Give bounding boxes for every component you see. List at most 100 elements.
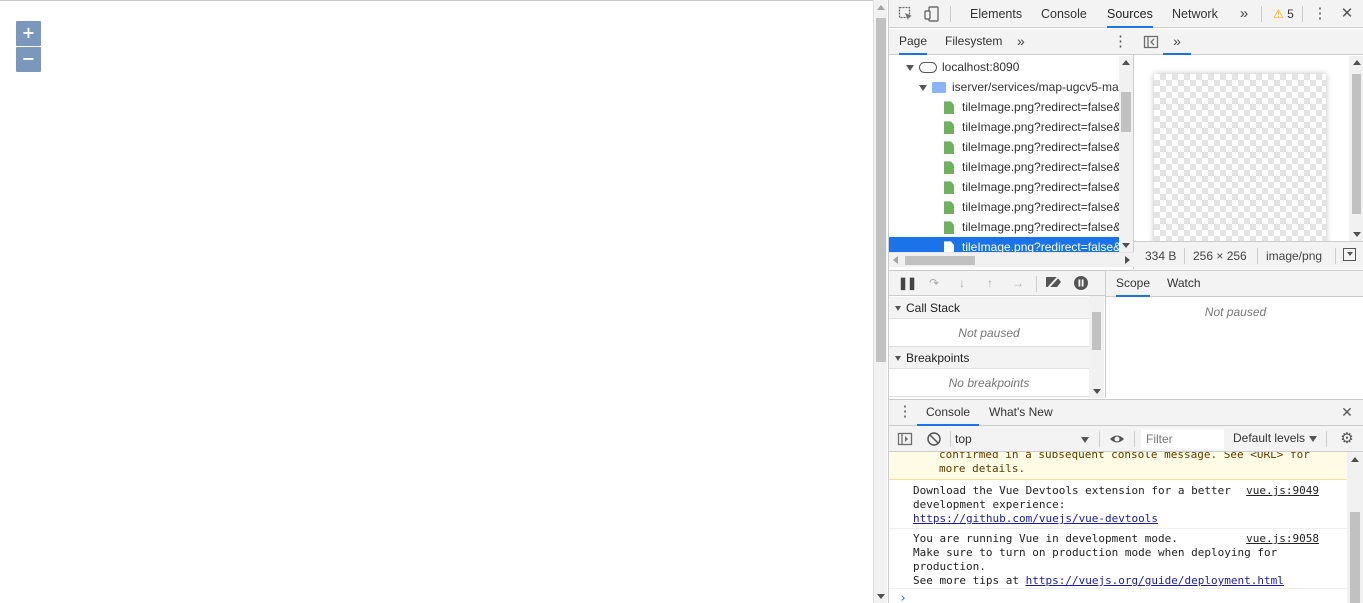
page-scrollbar[interactable] [873, 0, 887, 603]
step-out-icon[interactable]: ↑ [982, 275, 998, 291]
tree-item-file[interactable]: tileImage.png?redirect=false& [889, 97, 1119, 117]
image-size: 334 B [1145, 249, 1177, 263]
breakpoints-empty: No breakpoints [889, 369, 1089, 397]
devtools-main-toolbar: Elements Console Sources Network » ⚠ 5 ⋮… [889, 0, 1363, 28]
info-divider [1184, 248, 1185, 264]
map-canvas[interactable]: + − [0, 0, 873, 603]
more-tabs-chevron-icon[interactable]: » [1236, 6, 1252, 22]
more-editor-tabs-icon[interactable]: » [1163, 29, 1191, 55]
tab-elements[interactable]: Elements [970, 0, 1022, 28]
step-into-icon[interactable]: ↓ [954, 275, 970, 291]
scroll-down-arrow-icon[interactable] [1122, 243, 1130, 248]
console-output[interactable]: confirmed in a subsequent console messag… [889, 452, 1363, 603]
page-scroll-thumb[interactable] [876, 18, 886, 362]
scroll-right-arrow-icon[interactable] [1125, 256, 1130, 264]
zoom-out-button[interactable]: − [16, 47, 41, 72]
debugger-scroll-thumb[interactable] [1092, 312, 1101, 350]
tab-filesystem[interactable]: Filesystem [945, 29, 1002, 55]
image-preview [1134, 56, 1363, 244]
step-over-icon[interactable]: ↷ [926, 275, 942, 291]
tree-item-file[interactable]: tileImage.png?redirect=false& [889, 157, 1119, 177]
scope-empty: Not paused [1204, 305, 1267, 319]
clear-console-icon[interactable] [926, 431, 942, 447]
tree-horizontal-scrollbar[interactable] [889, 252, 1134, 267]
tab-network[interactable]: Network [1172, 0, 1218, 28]
inspect-element-icon[interactable] [898, 6, 914, 22]
toolbar-divider [1036, 276, 1037, 292]
preview-scroll-thumb[interactable] [1352, 74, 1361, 214]
scroll-down-arrow-icon[interactable] [1092, 389, 1101, 394]
more-navigator-tabs-icon[interactable]: » [1017, 29, 1025, 55]
tree-item-file[interactable]: tileImage.png?redirect=false& [889, 137, 1119, 157]
collapse-triangle-icon[interactable] [895, 356, 901, 362]
tab-whats-new[interactable]: What's New [989, 400, 1053, 426]
tree-item-host[interactable]: localhost:8090 [889, 57, 1119, 77]
context-selector[interactable]: top [955, 429, 1091, 449]
live-expression-eye-icon[interactable] [1109, 431, 1125, 447]
toolbar-divider [950, 6, 951, 22]
tree-item-file[interactable]: tileImage.png?redirect=false& [889, 217, 1119, 237]
filter-input[interactable] [1141, 429, 1224, 449]
tree-vertical-scrollbar[interactable] [1119, 56, 1133, 252]
pause-on-exceptions-icon[interactable] [1073, 275, 1089, 291]
kebab-menu-icon[interactable]: ⋮ [1312, 6, 1328, 22]
tab-scope[interactable]: Scope [1116, 271, 1151, 297]
scroll-up-arrow-icon[interactable] [1351, 457, 1359, 462]
warning-count: 5 [1287, 7, 1294, 21]
tree-item-file[interactable]: tileImage.png?redirect=false& [889, 177, 1119, 197]
tab-watch[interactable]: Watch [1167, 271, 1201, 297]
toggle-navigator-icon[interactable] [1143, 34, 1159, 50]
file-tree: localhost:8090 iserver/services/map-ugcv… [889, 56, 1119, 252]
tab-drawer-console[interactable]: Console [917, 400, 980, 426]
console-text: You are running Vue in development mode. [913, 532, 1178, 545]
console-scrollbar[interactable] [1347, 452, 1363, 603]
scroll-left-arrow-icon[interactable] [893, 256, 898, 264]
collapse-triangle-icon[interactable] [895, 306, 901, 312]
scroll-up-arrow-icon[interactable] [877, 5, 885, 10]
navigator-menu-icon[interactable]: ⋮ [1113, 29, 1128, 55]
log-levels-dropdown[interactable]: Default levels [1233, 431, 1318, 445]
expand-triangle-icon[interactable] [919, 84, 927, 91]
preview-scrollbar[interactable] [1349, 56, 1363, 241]
close-devtools-icon[interactable]: ✕ [1339, 6, 1355, 22]
tab-page[interactable]: Page [899, 29, 928, 55]
deactivate-breakpoints-icon[interactable] [1045, 275, 1061, 291]
expand-triangle-icon[interactable] [906, 64, 914, 71]
tab-console[interactable]: Console [1041, 0, 1087, 28]
call-stack-header[interactable]: Call Stack [889, 297, 1089, 319]
source-link[interactable]: vue.js:9058 [1246, 532, 1319, 546]
console-prompt-icon[interactable]: › [899, 591, 907, 603]
debugger-sidebar-scrollbar[interactable] [1089, 296, 1104, 398]
call-stack-empty: Not paused [889, 319, 1089, 347]
vue-devtools-link[interactable]: https://github.com/vuejs/vue-devtools [913, 512, 1158, 526]
scroll-up-arrow-icon[interactable] [1122, 60, 1130, 65]
editor-tabs: » [1134, 29, 1363, 55]
tree-scroll-thumb[interactable] [1121, 92, 1131, 132]
tree-item-file-selected[interactable]: tileImage.png?redirect=false& [889, 237, 1119, 252]
pause-icon[interactable]: ❚❚ [898, 275, 917, 291]
console-text: production. [913, 560, 986, 573]
vue-deployment-link[interactable]: https://vuejs.org/guide/deployment.html [1026, 574, 1284, 587]
close-drawer-icon[interactable]: ✕ [1339, 404, 1355, 420]
tree-hscroll-thumb[interactable] [905, 256, 975, 265]
scroll-down-arrow-icon[interactable] [1352, 232, 1361, 237]
breakpoints-header[interactable]: Breakpoints [889, 347, 1089, 369]
console-scroll-thumb[interactable] [1350, 512, 1360, 603]
device-toggle-icon[interactable] [924, 6, 940, 22]
zoom-in-button[interactable]: + [16, 21, 41, 46]
warnings-badge[interactable]: ⚠ 5 [1273, 7, 1294, 21]
tree-item-file[interactable]: tileImage.png?redirect=false& [889, 197, 1119, 217]
console-settings-gear-icon[interactable]: ⚙ [1339, 431, 1355, 447]
tab-sources[interactable]: Sources [1107, 0, 1153, 28]
tree-item-file[interactable]: tileImage.png?redirect=false& [889, 117, 1119, 137]
image-file-icon [944, 101, 954, 115]
download-icon[interactable] [1343, 248, 1356, 261]
tree-item-label: localhost:8090 [942, 60, 1020, 74]
tree-item-folder[interactable]: iserver/services/map-ugcv5-ma [889, 77, 1119, 97]
source-link[interactable]: vue.js:9049 [1246, 484, 1319, 498]
scroll-up-arrow-icon[interactable] [1352, 60, 1361, 65]
step-icon[interactable]: → [1010, 275, 1026, 291]
drawer-menu-icon[interactable]: ⋮ [897, 404, 913, 420]
console-sidebar-toggle-icon[interactable] [897, 431, 913, 447]
scroll-down-arrow-icon[interactable] [877, 594, 885, 599]
